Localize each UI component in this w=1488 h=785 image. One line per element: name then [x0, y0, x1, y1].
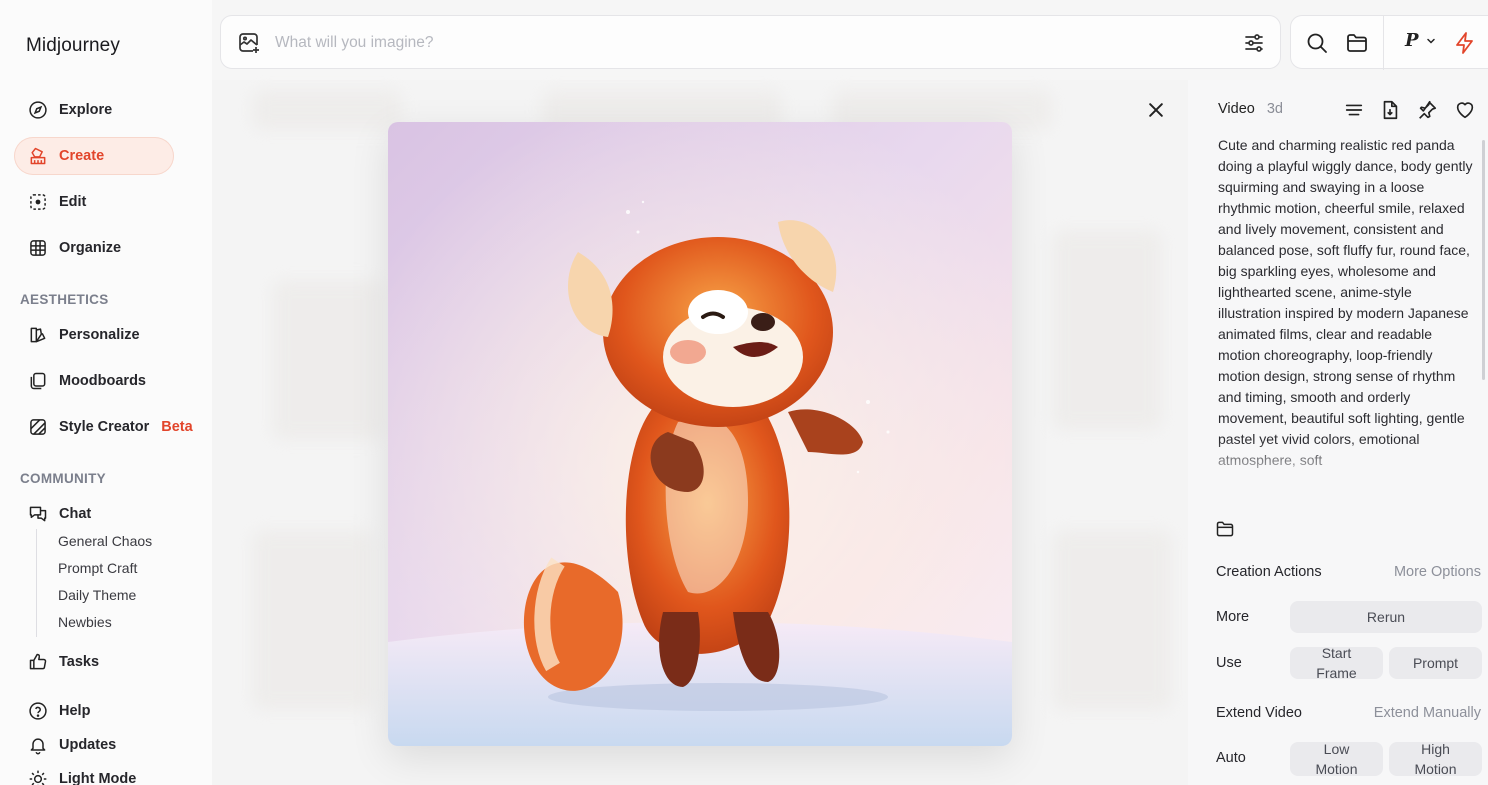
red-panda-artwork	[388, 122, 1012, 746]
nav-help-label: Help	[59, 703, 91, 719]
channel-prompt-craft[interactable]: Prompt Craft	[58, 556, 152, 583]
search-icon[interactable]	[1305, 31, 1329, 55]
extend-video-heading: Extend Video	[1216, 705, 1302, 721]
imagine-bar	[220, 15, 1281, 69]
nav-updates[interactable]: Updates	[14, 726, 174, 764]
channel-newbies[interactable]: Newbies	[58, 610, 152, 637]
toolbar-divider	[1383, 16, 1384, 70]
close-icon[interactable]	[1146, 100, 1166, 120]
moodboard-icon	[27, 370, 49, 392]
nav-organize[interactable]: Organize	[14, 229, 174, 267]
nav-create-label: Create	[59, 148, 105, 164]
use-label: Use	[1216, 655, 1242, 671]
nav-organize-label: Organize	[59, 240, 122, 256]
lightning-icon[interactable]	[1453, 31, 1477, 55]
nav-explore[interactable]: Explore	[14, 91, 174, 129]
nav-moodboards[interactable]: Moodboards	[14, 362, 174, 400]
nav-personalize-label: Personalize	[59, 327, 140, 343]
profile-menu[interactable]: P	[1405, 30, 1437, 51]
rerun-button[interactable]: Rerun	[1290, 601, 1482, 633]
list-icon[interactable]	[1343, 99, 1365, 121]
community-heading: COMMUNITY	[20, 471, 106, 486]
personalize-icon	[27, 324, 49, 346]
chevron-down-icon	[1426, 38, 1435, 44]
download-file-icon[interactable]	[1379, 99, 1401, 121]
prompt-fade	[1212, 440, 1482, 490]
nav-explore-label: Explore	[59, 102, 113, 118]
nav-personalize[interactable]: Personalize	[14, 316, 174, 354]
more-options-link[interactable]: More Options	[1394, 564, 1481, 580]
prompt-scrollbar[interactable]	[1482, 140, 1485, 380]
nav-edit-label: Edit	[59, 194, 87, 210]
more-label: More	[1216, 609, 1250, 625]
nav-create[interactable]: Create	[14, 137, 174, 175]
add-image-icon[interactable]	[237, 31, 261, 55]
settings-sliders-icon[interactable]	[1242, 31, 1266, 55]
bell-icon	[27, 734, 49, 756]
nav-light-mode-label: Light Mode	[59, 771, 137, 785]
help-icon	[27, 700, 49, 722]
app-logo[interactable]: Midjourney	[26, 35, 120, 57]
top-right-toolbar: P	[1290, 15, 1488, 70]
chat-channel-list: General Chaos Prompt Craft Daily Theme N…	[36, 529, 152, 637]
folder-icon[interactable]	[1215, 519, 1235, 539]
media-meta: Video 3d	[1218, 101, 1283, 117]
nav-chat-label: Chat	[59, 506, 92, 522]
nav-help[interactable]: Help	[14, 692, 174, 730]
sidebar: Midjourney Explore Create Edit Organize …	[0, 0, 212, 785]
nav-moodboards-label: Moodboards	[59, 373, 146, 389]
generated-video-preview[interactable]	[388, 122, 1012, 746]
prompt-text[interactable]: Cute and charming realistic red panda do…	[1218, 135, 1476, 487]
heart-icon[interactable]	[1454, 99, 1476, 121]
channel-general-chaos[interactable]: General Chaos	[58, 529, 152, 556]
nav-light-mode[interactable]: Light Mode	[14, 760, 174, 785]
low-motion-button[interactable]: Low Motion	[1290, 741, 1383, 777]
folder-icon[interactable]	[1345, 31, 1369, 55]
creation-actions-heading: Creation Actions	[1216, 564, 1322, 580]
beta-badge: Beta	[161, 419, 193, 435]
chat-icon	[27, 503, 49, 525]
edit-select-icon	[27, 191, 49, 213]
brush-icon	[27, 145, 49, 167]
nav-tasks[interactable]: Tasks	[14, 643, 174, 681]
nav-style-creator-label: Style Creator	[59, 419, 150, 435]
aesthetics-heading: AESTHETICS	[20, 292, 109, 307]
grid-icon	[27, 237, 49, 259]
nav-updates-label: Updates	[59, 737, 117, 753]
use-prompt-button[interactable]: Prompt	[1389, 647, 1482, 679]
imagine-input[interactable]	[275, 30, 1175, 56]
start-frame-button[interactable]: Start Frame	[1290, 645, 1383, 681]
media-type: Video	[1218, 101, 1255, 117]
channel-daily-theme[interactable]: Daily Theme	[58, 583, 152, 610]
auto-label: Auto	[1216, 750, 1246, 766]
sun-icon	[27, 768, 49, 785]
nav-edit[interactable]: Edit	[14, 183, 174, 221]
style-creator-icon	[27, 416, 49, 438]
nav-chat[interactable]: Chat	[14, 495, 174, 533]
high-motion-button[interactable]: High Motion	[1389, 741, 1482, 777]
nav-style-creator[interactable]: Style Creator Beta	[14, 408, 204, 446]
profile-initial: P	[1405, 30, 1419, 51]
extend-manually-link[interactable]: Extend Manually	[1374, 705, 1481, 721]
media-age: 3d	[1266, 101, 1283, 117]
thumbs-up-icon	[27, 651, 49, 673]
compass-icon	[27, 99, 49, 121]
nav-tasks-label: Tasks	[59, 654, 100, 670]
pin-icon[interactable]	[1416, 99, 1438, 121]
